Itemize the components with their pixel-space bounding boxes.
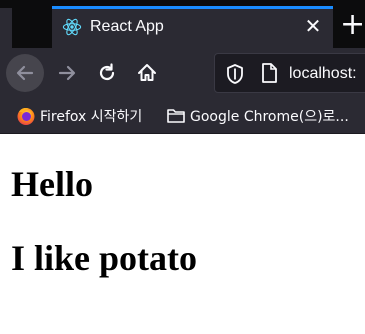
new-tab-button[interactable]: +: [340, 8, 365, 44]
home-icon: [138, 64, 156, 81]
shield-icon[interactable]: [225, 63, 245, 85]
back-arrow-icon: [16, 65, 34, 81]
home-button[interactable]: [128, 54, 166, 92]
bookmark-label: Firefox 시작하기: [40, 109, 143, 125]
bookmark-label: Google Chrome(으)로...: [190, 109, 349, 125]
reload-button[interactable]: [88, 54, 126, 92]
react-icon: [62, 18, 82, 36]
bookmarks-toolbar: Firefox 시작하기 Google Chrome(으)로...: [0, 98, 365, 134]
forward-arrow-icon: [58, 65, 76, 81]
navigation-toolbar: localhost:: [0, 48, 365, 98]
tab-strip: React App ✕ +: [0, 0, 365, 48]
page-content: Hello I like potato: [0, 135, 365, 334]
back-button[interactable]: [6, 54, 44, 92]
bookmark-firefox-get-started[interactable]: Firefox 시작하기: [16, 104, 142, 128]
url-text[interactable]: localhost:: [289, 63, 357, 85]
bookmark-folder-google-chrome[interactable]: Google Chrome(으)로...: [166, 104, 349, 128]
reload-icon: [99, 63, 115, 81]
tab-title: React App: [90, 18, 164, 35]
heading-i-like-potato: I like potato: [11, 238, 198, 278]
forward-button[interactable]: [48, 54, 86, 92]
heading-hello: Hello: [11, 164, 93, 204]
tab-react-app[interactable]: React App ✕: [52, 6, 333, 48]
firefox-icon: [17, 108, 35, 125]
folder-icon: [167, 109, 185, 123]
previous-tab-edge[interactable]: [0, 8, 12, 48]
close-tab-icon[interactable]: ✕: [303, 15, 323, 37]
address-bar[interactable]: localhost:: [214, 53, 365, 93]
active-tab-indicator: [52, 6, 333, 9]
page-info-icon[interactable]: [260, 62, 278, 84]
